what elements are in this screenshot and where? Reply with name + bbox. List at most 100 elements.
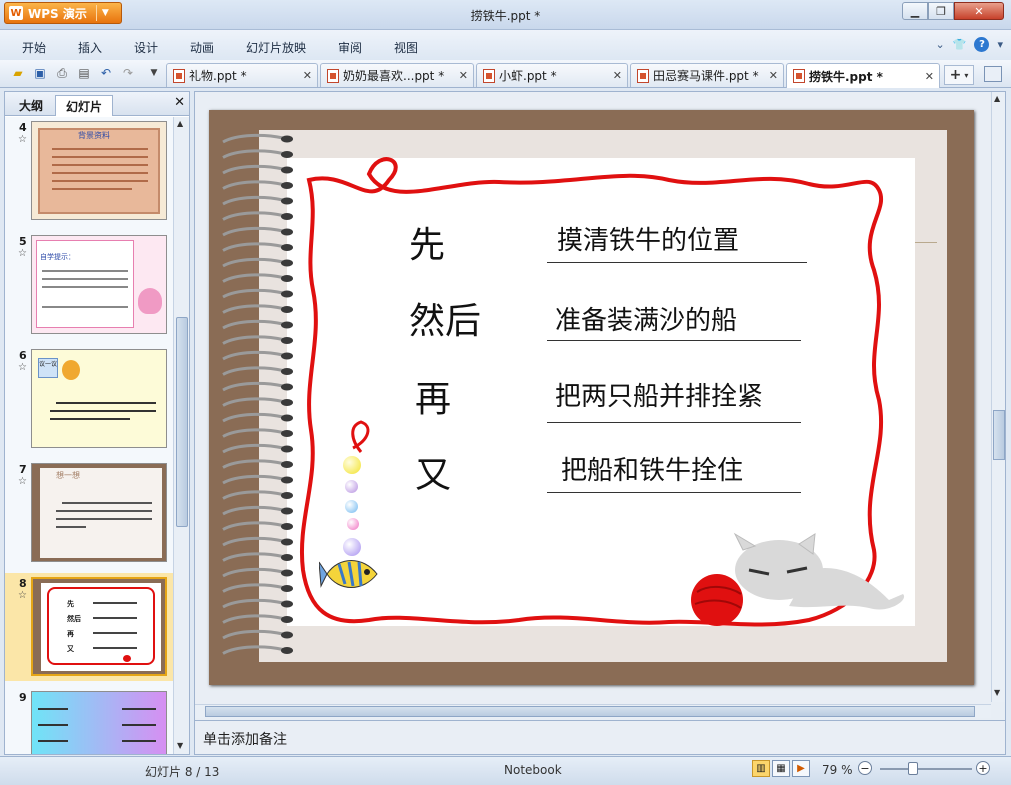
doc-tab-3[interactable]: 小虾.ppt * ✕ [476, 63, 628, 87]
slide-8[interactable]: 先 摸清铁牛的位置 然后 准备装满沙的船 再 把两只船并排拴紧 又 把船和铁牛拴… [209, 110, 974, 685]
spiral-ring [222, 350, 284, 361]
print-icon[interactable]: ⎙ [54, 65, 70, 81]
close-tab-icon[interactable]: ✕ [303, 69, 312, 82]
step-word-then[interactable]: 然后 [409, 292, 481, 344]
tab-slides[interactable]: 幻灯片 [55, 95, 114, 116]
spiral-ring [222, 490, 284, 500]
document-tab-bar: ▰ ▣ ⎙ ▤ ↶ ↷ ▼ 礼物.ppt * ✕ 奶奶最喜欢...ppt * ✕… [0, 60, 1011, 88]
close-tab-icon[interactable]: ✕ [613, 69, 622, 82]
new-tab-button[interactable]: + ▾ [944, 65, 974, 85]
marker-line [915, 242, 937, 243]
step-word-first[interactable]: 先 [409, 216, 445, 268]
doc-tab-label: 田忌赛马课件.ppt * [653, 69, 759, 83]
thumbnail-slide-5[interactable]: 5 ☆ 自学提示： [5, 231, 173, 339]
underline [547, 262, 807, 263]
zoom-slider-handle[interactable] [908, 762, 918, 775]
animation-star-icon: ☆ [18, 134, 27, 145]
slide-editor: 先 摸清铁牛的位置 然后 准备装满沙的船 再 把两只船并排拴紧 又 把船和铁牛拴… [194, 91, 1006, 755]
thumbnail-scrollbar[interactable]: ▲ ▼ [173, 117, 189, 754]
title-bar: W WPS 演示 ▼ 捞铁牛.ppt * ▁ ❐ ✕ [0, 0, 1011, 30]
thumbnail-slide-9[interactable]: 9 [5, 687, 173, 754]
step-phrase-4[interactable]: 把船和铁牛拴住 [561, 450, 743, 487]
close-tab-icon[interactable]: ✕ [925, 70, 934, 83]
spiral-ring [222, 133, 284, 144]
menu-view[interactable]: 视图 [394, 39, 418, 56]
zoom-level: 79 % [822, 763, 853, 777]
spiral-ring [222, 319, 284, 330]
doc-tab-2[interactable]: 奶奶最喜欢...ppt * ✕ [320, 63, 474, 87]
scroll-up-icon[interactable]: ▲ [177, 119, 183, 128]
thumbnail-image: 背景资料 [31, 121, 167, 220]
slideshow-view-button[interactable]: ▶ [792, 760, 810, 777]
zoom-out-button[interactable]: − [858, 761, 872, 775]
spiral-ring [222, 381, 284, 392]
menu-slideshow[interactable]: 幻灯片放映 [246, 39, 306, 56]
vertical-scrollbar[interactable]: ▲ ▼ [991, 92, 1005, 702]
tab-list-icon[interactable] [984, 66, 1002, 82]
step-word-again[interactable]: 再 [415, 370, 451, 422]
horizontal-scrollbar[interactable] [195, 704, 991, 718]
scrollbar-thumb[interactable] [993, 410, 1005, 460]
slide-sorter-view-button[interactable]: ▦ [772, 760, 790, 777]
menu-review[interactable]: 审阅 [338, 39, 362, 56]
help-dropdown-icon[interactable]: ▾ [997, 38, 1003, 51]
spiral-ring [222, 505, 284, 516]
spiral-ring [222, 567, 284, 578]
tab-outline[interactable]: 大纲 [9, 95, 53, 116]
close-panel-icon[interactable]: ✕ [174, 95, 185, 110]
close-tab-icon[interactable]: ✕ [459, 69, 468, 82]
spiral-ring [222, 443, 284, 454]
cat-with-yarn-icon [691, 532, 905, 626]
close-button[interactable]: ✕ [954, 2, 1004, 20]
step-phrase-1[interactable]: 摸清铁牛的位置 [557, 220, 739, 257]
normal-view-button[interactable]: ▥ [752, 760, 770, 777]
theme-name: Notebook [504, 763, 562, 777]
undo-icon[interactable]: ↶ [98, 65, 114, 81]
redo-icon[interactable]: ↷ [120, 65, 136, 81]
spiral-ring [222, 428, 284, 438]
thumbnail-slide-8[interactable]: 8 ☆ 先 然后 再 又 [5, 573, 173, 681]
step-phrase-3[interactable]: 把两只船并排拴紧 [555, 376, 763, 413]
spiral-ring [222, 583, 284, 593]
underline [547, 422, 801, 423]
minimize-button[interactable]: ▁ [902, 2, 928, 20]
spiral-ring [222, 645, 284, 655]
close-tab-icon[interactable]: ✕ [769, 69, 778, 82]
menu-animation[interactable]: 动画 [190, 39, 214, 56]
save-icon[interactable]: ▣ [32, 65, 48, 81]
spiral-ring [222, 366, 284, 376]
scroll-up-icon[interactable]: ▲ [994, 94, 1000, 103]
print-preview-icon[interactable]: ▤ [76, 65, 92, 81]
scroll-down-icon[interactable]: ▼ [177, 741, 183, 750]
thumbnail-slide-7[interactable]: 7 ☆ 想一想 [5, 459, 173, 567]
notes-placeholder[interactable]: 单击添加备注 [203, 729, 287, 749]
maximize-button[interactable]: ❐ [928, 2, 954, 20]
customize-toolbar-icon[interactable]: ▼ [146, 65, 162, 81]
doc-tab-1[interactable]: 礼物.ppt * ✕ [166, 63, 318, 87]
scroll-down-icon[interactable]: ▼ [994, 688, 1000, 697]
collapse-ribbon-icon[interactable]: ⌄ [936, 38, 945, 51]
step-phrase-2[interactable]: 准备装满沙的船 [555, 300, 737, 337]
thumbnail-slide-6[interactable]: 6 ☆ 议一议 [5, 345, 173, 453]
thumbnail-list: 4 ☆ 背景资料 5 ☆ 自学提示： 6 ☆ 议一议 7 ☆ 想一想 8 ☆ 先… [5, 117, 173, 754]
menu-insert[interactable]: 插入 [78, 39, 102, 56]
scrollbar-thumb[interactable] [176, 317, 188, 527]
skin-icon[interactable]: 👕 [953, 38, 967, 51]
slide-number: 9 [19, 691, 27, 704]
menu-design[interactable]: 设计 [134, 39, 158, 56]
thumbnail-slide-4[interactable]: 4 ☆ 背景资料 [5, 117, 173, 225]
spiral-ring [222, 598, 284, 609]
ppt-file-icon [173, 68, 185, 83]
notes-pane[interactable]: 单击添加备注 [195, 720, 1005, 754]
menu-start[interactable]: 开始 [22, 39, 46, 56]
thumb-word: 先 [67, 600, 74, 608]
open-folder-icon[interactable]: ▰ [10, 65, 26, 81]
help-icon[interactable]: ? [974, 37, 990, 52]
doc-tab-4[interactable]: 田忌赛马课件.ppt * ✕ [630, 63, 784, 87]
step-word-also[interactable]: 又 [415, 446, 451, 498]
zoom-slider-track[interactable] [880, 768, 972, 770]
doc-tab-5-active[interactable]: 捞铁牛.ppt * ✕ [786, 63, 940, 88]
doc-tab-label: 奶奶最喜欢...ppt * [343, 69, 445, 83]
zoom-in-button[interactable]: + [976, 761, 990, 775]
scrollbar-thumb[interactable] [205, 706, 975, 717]
